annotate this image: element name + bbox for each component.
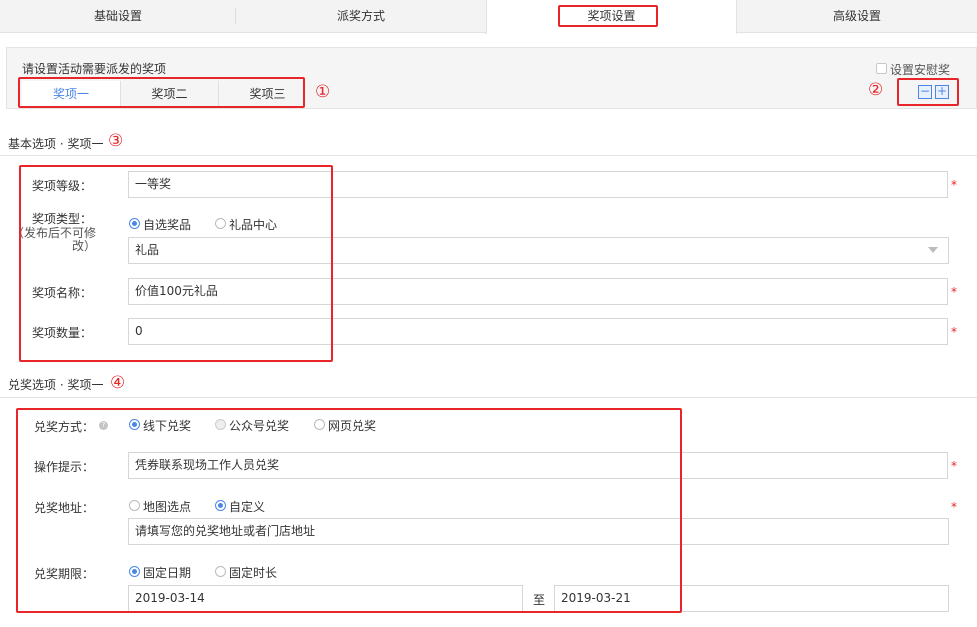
top-tab-bar: 基础设置 派奖方式 奖项设置 高级设置 (0, 0, 977, 34)
address-radio-map[interactable] (129, 500, 140, 511)
tab-advanced-settings[interactable]: 高级设置 (737, 0, 977, 33)
sub-tab-prize-2[interactable]: 奖项二 (120, 81, 218, 108)
tab-basic-settings[interactable]: 基础设置 (0, 0, 236, 33)
method-label: 兑奖方式： (33, 420, 94, 434)
panel-title: 请设置活动需要派发的奖项 (22, 62, 167, 76)
address-option-map: 地图选点 (143, 500, 192, 514)
level-input[interactable]: 一等奖 (128, 171, 948, 198)
date-range-separator: 至 (533, 593, 546, 607)
required-mark: * (951, 178, 957, 192)
tab-prize-settings[interactable]: 奖项设置 (486, 0, 737, 34)
address-input[interactable]: 请填写您的兑奖地址或者门店地址 (128, 518, 949, 545)
period-radio-fixed-date[interactable] (129, 566, 140, 577)
type-select-value: 礼品 (135, 243, 160, 257)
consolation-label: 设置安慰奖 (890, 63, 951, 77)
redeem-section-title: 兑奖选项 · 奖项一 (8, 378, 104, 392)
chevron-down-icon (928, 247, 938, 253)
sub-tab-prize-1[interactable]: 奖项一 (22, 81, 120, 108)
required-mark: * (951, 325, 957, 339)
basic-section-title: 基本选项 · 奖项一 (8, 137, 104, 151)
period-radio-fixed-duration[interactable] (215, 566, 226, 577)
marker-2: ② (868, 80, 884, 100)
quantity-label: 奖项数量： (31, 326, 92, 340)
type-option-gift-center: 礼品中心 (229, 218, 278, 232)
type-radio-self-selected[interactable] (129, 218, 140, 229)
method-radio-offline[interactable] (129, 419, 140, 430)
start-date-input[interactable]: 2019-03-14 (128, 585, 523, 612)
hint-input[interactable]: 凭券联系现场工作人员兑奖 (128, 452, 948, 479)
divider (0, 397, 977, 398)
tab-prize-settings-label: 奖项设置 (587, 9, 636, 23)
level-label: 奖项等级： (31, 179, 92, 193)
sub-tab-prize-3[interactable]: 奖项三 (218, 81, 316, 108)
marker-3: ③ (108, 131, 124, 151)
method-option-webpage: 网页兑奖 (328, 419, 377, 433)
required-mark: * (951, 459, 957, 473)
address-label: 兑奖地址： (33, 501, 94, 515)
quantity-input[interactable]: 0 (128, 318, 948, 345)
type-note-cont: 改） (71, 239, 96, 253)
address-option-custom: 自定义 (229, 500, 266, 514)
tab-award-method[interactable]: 派奖方式 (236, 0, 486, 33)
marker-1: ① (315, 82, 331, 102)
help-icon[interactable]: ? (99, 421, 108, 430)
type-radio-gift-center[interactable] (215, 218, 226, 229)
method-radio-webpage[interactable] (314, 419, 325, 430)
period-option-fixed-date: 固定日期 (143, 566, 192, 580)
method-radio-official-account[interactable] (215, 419, 226, 430)
type-select[interactable]: 礼品 (128, 237, 949, 264)
period-label: 兑奖期限： (33, 567, 94, 581)
method-option-official-account: 公众号兑奖 (229, 419, 290, 433)
name-input[interactable]: 价值100元礼品 (128, 278, 948, 305)
divider (0, 155, 977, 156)
marker-4: ④ (110, 373, 126, 393)
add-prize-button[interactable]: + (935, 85, 949, 99)
method-option-offline: 线下兑奖 (143, 419, 192, 433)
address-radio-custom[interactable] (215, 500, 226, 511)
type-option-self-selected: 自选奖品 (143, 218, 192, 232)
remove-prize-button[interactable]: − (918, 85, 932, 99)
name-label: 奖项名称： (31, 286, 92, 300)
required-mark: * (951, 285, 957, 299)
end-date-input[interactable]: 2019-03-21 (554, 585, 949, 612)
consolation-checkbox[interactable] (876, 63, 887, 74)
required-mark: * (951, 500, 957, 514)
highlight-box-redeem (16, 408, 682, 613)
period-option-fixed-duration: 固定时长 (229, 566, 278, 580)
hint-label: 操作提示： (33, 460, 94, 474)
